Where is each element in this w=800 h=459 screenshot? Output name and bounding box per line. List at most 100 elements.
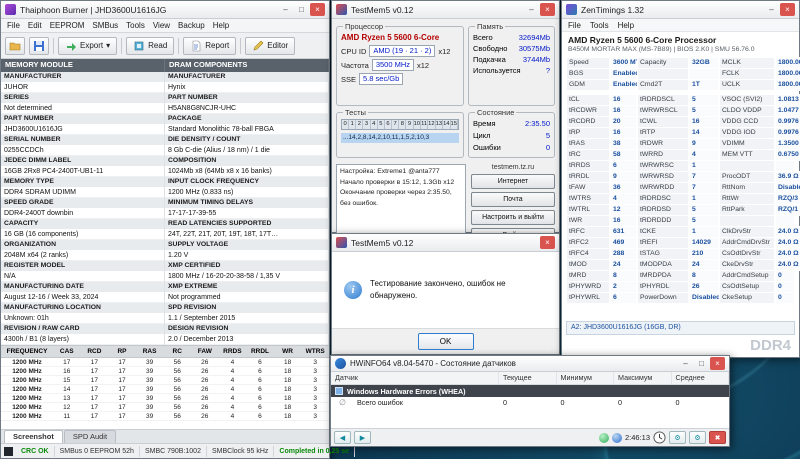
freq-cell: 1200 MHz bbox=[12, 359, 42, 366]
test-number-cell[interactable]: 5 bbox=[378, 120, 385, 129]
tab-screenshot[interactable]: Screenshot bbox=[4, 430, 63, 443]
close-button[interactable]: × bbox=[310, 3, 325, 16]
test-sequence[interactable]: ...14,2,8,14,2,10,11,1,5,2,10,3 bbox=[341, 133, 459, 143]
field-label: SPD REVISION bbox=[165, 303, 328, 313]
move-up-button[interactable]: ◀ bbox=[334, 431, 351, 444]
close-sensors-button[interactable]: ✖ bbox=[709, 431, 726, 444]
editor-button[interactable]: Editor bbox=[245, 36, 296, 55]
field-value: August 12-16 / Week 33, 2024 bbox=[1, 292, 164, 303]
timing-label: PowerDown bbox=[637, 292, 689, 304]
clock-icon[interactable] bbox=[653, 431, 666, 444]
close-button[interactable]: × bbox=[780, 3, 795, 16]
test-number-cell[interactable]: 9 bbox=[406, 120, 414, 129]
dimm-slot-selector[interactable]: A2: JHD3600U1616JG (16GB, DR) bbox=[566, 321, 795, 335]
config-gear-button[interactable]: ⚙ bbox=[689, 431, 706, 444]
freq-cell: 26 bbox=[201, 404, 209, 411]
menu-item[interactable]: Backup bbox=[178, 21, 205, 30]
freq-cell: 4 bbox=[230, 377, 235, 384]
tab-spd-audit[interactable]: SPD Audit bbox=[63, 430, 117, 443]
read-button[interactable]: Read bbox=[126, 36, 175, 55]
ok-button[interactable]: OK bbox=[417, 333, 474, 350]
field-value: 17-17-17-39-55 bbox=[165, 208, 328, 219]
test-number-cell[interactable]: 15 bbox=[451, 120, 458, 129]
test-number-cell[interactable]: 8 bbox=[399, 120, 407, 129]
monitor-status-icon[interactable] bbox=[611, 432, 622, 443]
menu-item[interactable]: Help bbox=[213, 21, 229, 30]
test-number-cell[interactable]: 7 bbox=[392, 120, 400, 129]
minimize-button[interactable]: – bbox=[278, 3, 293, 16]
column-header[interactable]: Текущее bbox=[499, 372, 557, 384]
mail-button[interactable]: Почта bbox=[471, 192, 555, 207]
menu-item[interactable]: File bbox=[7, 21, 20, 30]
testmem-site-link[interactable]: testmem.tz.ru bbox=[471, 164, 555, 171]
thaiphoon-titlebar[interactable]: Thaiphoon Burner | JHD3600U1616JG – □ × bbox=[1, 1, 329, 19]
sensor-row[interactable]: ∅ Всего ошибок 0 0 0 0 bbox=[331, 397, 729, 409]
menu-item[interactable]: File bbox=[568, 21, 581, 30]
freq-cell: 1200 MHz bbox=[12, 368, 42, 375]
export-button[interactable]: Export ▾ bbox=[58, 36, 118, 55]
column-header[interactable]: Максимум bbox=[614, 372, 672, 384]
spd-info-row: CAPACITY 16 GB (16 components) READ LATE… bbox=[1, 219, 329, 240]
menu-item[interactable]: Edit bbox=[28, 21, 42, 30]
menu-item[interactable]: Tools bbox=[126, 21, 145, 30]
test-number-cell[interactable]: 6 bbox=[385, 120, 393, 129]
maximize-button[interactable]: □ bbox=[294, 3, 309, 16]
field-label: READ LATENCIES SUPPORTED bbox=[165, 219, 328, 229]
move-down-button[interactable]: ▶ bbox=[354, 431, 371, 444]
test-number-cell[interactable]: 1 bbox=[349, 120, 357, 129]
test-number-cell[interactable]: 12 bbox=[428, 120, 436, 129]
freq-cell: 26 bbox=[201, 377, 209, 384]
zentimings-app-icon bbox=[566, 4, 577, 15]
test-number-cell[interactable]: 14 bbox=[443, 120, 451, 129]
settings-gear-button[interactable]: ⚙ bbox=[669, 431, 686, 444]
testmem5-dialog-window: TestMem5 v0.12 × i Тестирование закончен… bbox=[331, 233, 560, 355]
state-row: Цикл 5 bbox=[473, 131, 550, 140]
minimize-button[interactable]: – bbox=[524, 3, 539, 16]
testmem5-titlebar[interactable]: TestMem5 v0.12 – × bbox=[332, 1, 559, 19]
zentimings-titlebar[interactable]: ZenTimings 1.32 – × bbox=[562, 1, 799, 19]
menu-item[interactable]: EEPROM bbox=[50, 21, 85, 30]
close-button[interactable]: × bbox=[710, 357, 725, 370]
menu-item[interactable]: View bbox=[153, 21, 170, 30]
test-number-cell[interactable]: 10 bbox=[414, 120, 422, 129]
maximize-button[interactable]: □ bbox=[694, 357, 709, 370]
state-value: 0 bbox=[545, 143, 550, 152]
dialog-titlebar[interactable]: TestMem5 v0.12 × bbox=[332, 234, 559, 252]
menu-item[interactable]: Tools bbox=[590, 21, 609, 30]
cpuid-mult: x12 bbox=[438, 46, 451, 56]
sensor-group-row[interactable]: Windows Hardware Errors (WHEA) bbox=[331, 385, 729, 397]
freq-cell: 17 bbox=[118, 368, 126, 375]
column-header[interactable]: Датчик bbox=[331, 372, 499, 384]
menu-item[interactable]: SMBus bbox=[92, 21, 118, 30]
test-number-cell[interactable]: 0 bbox=[342, 120, 350, 129]
freq-value: 3500 MHz bbox=[371, 59, 414, 71]
column-header[interactable]: Среднее bbox=[672, 372, 729, 384]
freq-table: 1200 MHz 17 17 17 39 56 26 4 6 18 3 1200 MHz 16 17 17… bbox=[1, 358, 329, 421]
freq-col-header: RRDL bbox=[250, 348, 270, 355]
test-number-cell[interactable]: 4 bbox=[371, 120, 378, 129]
menu-item[interactable]: Help bbox=[618, 21, 634, 30]
timing-row: tWR 16 tRDRDDD 5 bbox=[566, 215, 795, 227]
column-header[interactable]: Минимум bbox=[557, 372, 614, 384]
state-value: 5 bbox=[545, 131, 550, 140]
freq-row: 1200 MHz 13 17 17 39 56 26 4 6 18 3 bbox=[1, 394, 329, 403]
spd-info-row: MEMORY TYPE DDR4 SDRAM UDIMM INPUT CLOCK… bbox=[1, 177, 329, 198]
report-button[interactable]: Report bbox=[183, 36, 237, 55]
test-number-cell[interactable]: 13 bbox=[436, 120, 444, 129]
internet-button[interactable]: Интернет bbox=[471, 174, 555, 189]
minimize-button[interactable]: – bbox=[678, 357, 693, 370]
save-button[interactable] bbox=[29, 36, 49, 55]
freq-cell: 12 bbox=[63, 404, 71, 411]
test-number-cell[interactable]: 2 bbox=[356, 120, 364, 129]
open-button[interactable] bbox=[5, 36, 25, 55]
freq-col-header: RP bbox=[117, 348, 127, 355]
hwinfo-titlebar[interactable]: HWiNFO64 v8.04-5470 - Состояние датчиков… bbox=[331, 356, 729, 372]
minimize-button[interactable]: – bbox=[764, 3, 779, 16]
close-button[interactable]: × bbox=[540, 236, 555, 249]
test-number-cell[interactable]: 11 bbox=[421, 120, 429, 129]
field-label: COMPOSITION bbox=[165, 156, 328, 166]
close-button[interactable]: × bbox=[540, 3, 555, 16]
logging-status-icon[interactable] bbox=[598, 432, 609, 443]
configure-exit-button[interactable]: Настроить и выйти bbox=[471, 210, 555, 225]
test-number-cell[interactable]: 3 bbox=[363, 120, 371, 129]
